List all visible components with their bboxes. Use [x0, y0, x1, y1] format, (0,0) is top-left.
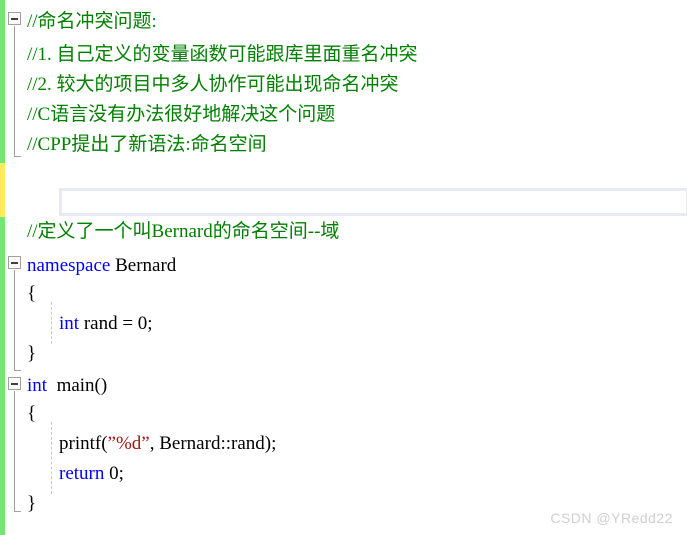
token-comment: //2. 较大的项目中多人协作可能出现命名冲突	[27, 74, 399, 95]
code-line[interactable]: //CPP提出了新语法:命名空间	[27, 131, 267, 158]
fold-outline-column[interactable]	[5, 0, 27, 535]
code-line[interactable]: {	[27, 280, 36, 307]
token-plain: Bernard	[110, 255, 177, 276]
token-keyword: int	[27, 375, 48, 396]
token-keyword: namespace	[27, 255, 111, 276]
token-string: ”%d”	[107, 433, 150, 454]
token-keyword: return	[59, 463, 105, 484]
token-plain: main()	[47, 375, 108, 396]
token-plain: printf(	[59, 433, 108, 454]
code-line[interactable]: int main()	[27, 372, 107, 399]
code-line[interactable]: }	[27, 490, 36, 517]
code-line[interactable]: {	[27, 400, 36, 427]
fold-namespace-block-bracket-line	[14, 270, 15, 370]
indent-guide-main	[51, 422, 53, 494]
token-comment: //1. 自己定义的变量函数可能跟库里面重名冲突	[27, 44, 418, 65]
token-comment: //CPP提出了新语法:命名空间	[27, 134, 267, 155]
token-plain: , Bernard::rand);	[149, 433, 277, 454]
fold-comment-block-bracket-line	[14, 26, 15, 156]
token-plain: {	[27, 403, 37, 424]
fold-main-block-bracket-line	[14, 391, 15, 511]
fold-main-block[interactable]	[8, 377, 21, 390]
token-keyword: int	[59, 313, 80, 334]
code-line[interactable]: //2. 较大的项目中多人协作可能出现命名冲突	[27, 71, 399, 98]
token-plain: {	[27, 283, 37, 304]
indent-guide-namespace	[51, 302, 53, 344]
code-line[interactable]: return 0;	[59, 460, 124, 487]
fold-namespace-block[interactable]	[8, 256, 21, 269]
token-plain: 0;	[104, 463, 124, 484]
token-plain: }	[27, 493, 37, 514]
code-line[interactable]: int rand = 0;	[59, 310, 153, 337]
code-line[interactable]: namespace Bernard	[27, 252, 176, 279]
token-comment: //命名冲突问题:	[27, 11, 157, 32]
fold-namespace-block-bracket-foot	[14, 370, 21, 371]
code-line[interactable]: //C语言没有办法很好地解决这个问题	[27, 101, 335, 128]
token-comment: //定义了一个叫Bernard的命名空间--域	[27, 221, 340, 242]
code-line[interactable]: //1. 自己定义的变量函数可能跟库里面重名冲突	[27, 41, 418, 68]
fold-main-block-bracket-foot	[14, 511, 21, 512]
token-plain: }	[27, 343, 37, 364]
token-comment: //C语言没有办法很好地解决这个问题	[27, 104, 336, 125]
fold-comment-block-bracket-foot	[14, 156, 21, 157]
code-editor-surface[interactable]: //命名冲突问题: //1. 自己定义的变量函数可能跟库里面重名冲突 //2. 较大…	[27, 0, 687, 535]
code-line[interactable]: printf(”%d”, Bernard::rand);	[59, 430, 276, 457]
watermark-label: CSDN @YRedd22	[550, 510, 673, 526]
code-line[interactable]: //命名冲突问题:	[27, 8, 157, 35]
current-line-box[interactable]	[59, 188, 687, 216]
code-line[interactable]: //定义了一个叫Bernard的命名空间--域	[27, 218, 339, 245]
token-plain: rand = 0;	[79, 313, 153, 334]
code-line[interactable]: }	[27, 340, 36, 367]
fold-comment-block[interactable]	[8, 12, 21, 25]
